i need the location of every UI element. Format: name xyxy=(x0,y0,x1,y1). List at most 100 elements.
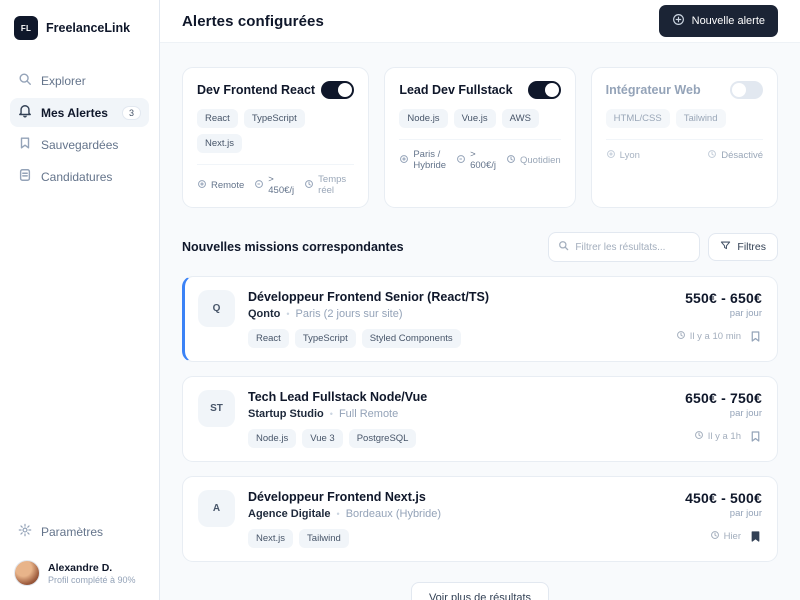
alert-tag: HTML/CSS xyxy=(605,109,670,128)
bookmark-icon xyxy=(18,136,32,153)
sidebar-item-parametres[interactable]: Paramètres xyxy=(10,517,149,546)
mission-location: Bordeaux (Hybride) xyxy=(345,508,442,520)
mission-title: Développeur Frontend Senior (React/TS) xyxy=(248,290,490,304)
sidebar-bottom: Paramètres Alexandre D. Profil complété … xyxy=(10,517,149,586)
filter-funnel-icon xyxy=(720,240,731,254)
mission-title: Tech Lead Fullstack Node/Vue xyxy=(248,390,428,404)
mission-time: Hier xyxy=(710,530,741,543)
sidebar: FL FreelanceLink Explorer Mes Alertes 3 xyxy=(0,0,160,600)
bookmark-filled-button[interactable] xyxy=(749,530,762,543)
alert-tag: Vue.js xyxy=(453,109,496,128)
rate-icon xyxy=(254,179,264,192)
mission-tag: Styled Components xyxy=(361,329,461,348)
mission-tag: Next.js xyxy=(248,529,294,548)
alert-rate: > 450€/j xyxy=(254,174,294,196)
bookmark-button[interactable] xyxy=(749,330,762,343)
separator-dot: • xyxy=(286,309,290,319)
clock-icon xyxy=(694,430,704,443)
mission-location: Paris (2 jours sur site) xyxy=(295,308,403,320)
missions-section-title: Nouvelles missions correspondantes xyxy=(182,240,404,254)
mission-rate: 650€ - 750€ xyxy=(685,390,762,406)
sidebar-item-label: Explorer xyxy=(41,73,86,88)
alert-frequency: Temps réel xyxy=(304,174,354,196)
bell-icon xyxy=(18,104,32,121)
mission-tag: Vue 3 xyxy=(302,429,343,448)
app-logo: FL FreelanceLink xyxy=(10,14,149,40)
alerts-count-badge: 3 xyxy=(121,105,141,120)
mission-tag: Node.js xyxy=(248,429,297,448)
clock-icon xyxy=(710,530,720,543)
alert-toggle-off[interactable] xyxy=(730,81,763,99)
alert-toggle-on[interactable] xyxy=(321,81,355,99)
company-name: Startup Studio xyxy=(248,408,324,420)
sidebar-item-label: Paramètres xyxy=(41,524,104,539)
mission-tag: React xyxy=(248,329,289,348)
mission-rate-unit: par jour xyxy=(729,408,762,419)
mission-card-qonto[interactable]: Q Développeur Frontend Senior (React/TS)… xyxy=(182,276,778,362)
gear-icon xyxy=(18,523,32,540)
alert-tag: Next.js xyxy=(197,134,243,153)
load-more-button[interactable]: Voir plus de résultats xyxy=(410,582,550,600)
sidebar-nav: Explorer Mes Alertes 3 Sauvegardées Cand… xyxy=(10,66,149,191)
alert-toggle-on[interactable] xyxy=(527,81,561,99)
company-logo: Q xyxy=(198,290,235,327)
user-profile[interactable]: Alexandre D. Profil complété à 90% xyxy=(10,560,149,586)
mission-tag: TypeScript xyxy=(294,329,356,348)
mission-card-startup-studio[interactable]: ST Tech Lead Fullstack Node/Vue Startup … xyxy=(182,376,778,462)
search-icon xyxy=(558,238,569,256)
mission-list: Q Développeur Frontend Senior (React/TS)… xyxy=(182,276,778,562)
alerts-row: Dev Frontend React React TypeScript Next… xyxy=(182,67,778,208)
location-icon xyxy=(197,179,207,192)
sidebar-item-label: Sauvegardées xyxy=(41,137,119,152)
bookmark-button[interactable] xyxy=(749,430,762,443)
main-area: Alertes configurées Nouvelle alerte Dev … xyxy=(160,0,800,600)
filter-results-input[interactable] xyxy=(575,241,691,253)
alert-name: Lead Dev Fullstack xyxy=(399,83,513,97)
alert-location: Remote xyxy=(197,179,244,192)
company-logo: A xyxy=(198,490,235,527)
alert-card-lead-dev-fullstack: Lead Dev Fullstack Node.js Vue.js AWS Pa… xyxy=(384,67,576,208)
location-icon xyxy=(606,149,616,162)
app-name: FreelanceLink xyxy=(46,21,131,35)
sidebar-item-sauvegardees[interactable]: Sauvegardées xyxy=(10,130,149,159)
sidebar-item-label: Mes Alertes xyxy=(41,105,108,120)
clock-icon xyxy=(676,330,686,343)
mission-time: Il y a 10 min xyxy=(676,330,741,343)
mission-card-agence-digitale[interactable]: A Développeur Frontend Next.js Agence Di… xyxy=(182,476,778,562)
mission-rate: 550€ - 650€ xyxy=(685,290,762,306)
content: Dev Frontend React React TypeScript Next… xyxy=(160,43,800,600)
alert-rate: > 600€/j xyxy=(456,149,496,171)
separator-dot: • xyxy=(329,409,333,419)
missions-header: Nouvelles missions correspondantes Filtr… xyxy=(182,232,778,262)
location-icon xyxy=(399,154,409,167)
mission-time: Il y a 1h xyxy=(694,430,741,443)
sidebar-item-candidatures[interactable]: Candidatures xyxy=(10,162,149,191)
company-name: Agence Digitale xyxy=(248,508,331,520)
search-icon xyxy=(18,72,32,89)
rate-icon xyxy=(456,154,466,167)
clock-icon xyxy=(707,149,717,162)
mission-title: Développeur Frontend Next.js xyxy=(248,490,426,504)
alert-tag: TypeScript xyxy=(243,109,305,128)
new-alert-button[interactable]: Nouvelle alerte xyxy=(658,5,778,37)
profile-completion: Profil complété à 90% xyxy=(48,574,136,585)
sidebar-item-mes-alertes[interactable]: Mes Alertes 3 xyxy=(10,98,149,127)
alert-location: Paris / Hybride xyxy=(399,149,446,171)
mission-rate-unit: par jour xyxy=(729,508,762,519)
profile-name: Alexandre D. xyxy=(48,561,113,574)
sidebar-item-explorer[interactable]: Explorer xyxy=(10,66,149,95)
alert-frequency: Quotidien xyxy=(506,154,561,167)
filter-search-box[interactable] xyxy=(548,232,701,262)
sidebar-item-label: Candidatures xyxy=(41,169,113,184)
mission-rate-unit: par jour xyxy=(729,308,762,319)
alert-frequency: Désactivé xyxy=(707,149,763,162)
topbar: Alertes configurées Nouvelle alerte xyxy=(160,0,800,43)
clock-icon xyxy=(304,179,314,192)
alert-card-integrateur-web: Intégrateur Web HTML/CSS Tailwind Lyon D… xyxy=(590,67,778,208)
alert-tag: Node.js xyxy=(399,109,448,128)
new-alert-label: Nouvelle alerte xyxy=(691,15,765,27)
filters-button[interactable]: Filtres xyxy=(708,233,778,261)
app-logo-icon: FL xyxy=(14,16,38,40)
alert-name: Intégrateur Web xyxy=(605,83,701,97)
alert-tag: AWS xyxy=(501,109,539,128)
